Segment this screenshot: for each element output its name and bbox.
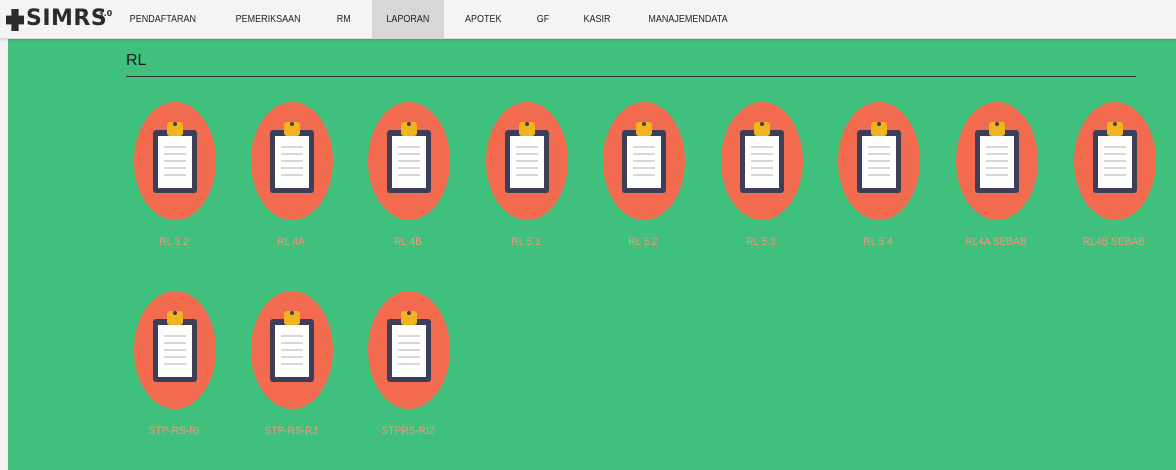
clipboard-icon [368, 102, 450, 220]
clipboard-icon [251, 291, 333, 409]
main-content: RL RL 3.2 RL 4A RL 4B RL 5.1 RL 5.2 RL 5.3 RL … [8, 39, 1176, 470]
report-label: STP-RS-RI [148, 425, 200, 437]
report-label: RL 4A [277, 236, 305, 248]
report-label: RL 4B [394, 236, 422, 248]
nav-item-manajemendata[interactable]: MANAJEMENDATA [634, 0, 742, 38]
report-item[interactable]: RL4B SEBAB [1058, 102, 1168, 264]
clipboard-icon [956, 102, 1038, 220]
top-navbar: SIMRS 3.0 PENDAFTARAN PEMERIKSAAN RM LAP… [0, 0, 1176, 39]
nav-item-kasir[interactable]: KASIR [569, 0, 625, 38]
report-item[interactable]: STP-RS-RI [118, 291, 228, 453]
app-logo[interactable]: SIMRS 3.0 [6, 4, 116, 34]
report-item[interactable]: STP-RS-RJ [235, 291, 345, 453]
report-label: RL4B SEBAB [1083, 236, 1145, 248]
report-label: RL 5.4 [863, 236, 893, 248]
clipboard-icon [603, 102, 685, 220]
nav-item-pemeriksaan[interactable]: PEMERIKSAAN [221, 0, 315, 38]
section-divider [126, 76, 1136, 77]
clipboard-icon [486, 102, 568, 220]
report-item[interactable]: RL 3.2 [118, 102, 228, 264]
report-label: STP-RS-RJ [264, 425, 318, 437]
clipboard-icon [368, 291, 450, 409]
report-item[interactable]: RL4A SEBAB [940, 102, 1050, 264]
logo-text: SIMRS [26, 6, 108, 31]
nav-item-apotek[interactable]: APOTEK [451, 0, 516, 38]
nav-item-rm[interactable]: RM [322, 0, 365, 38]
clipboard-icon [251, 102, 333, 220]
report-item[interactable]: RL 5.4 [822, 102, 932, 264]
report-label: RL 3.2 [159, 236, 189, 248]
nav-item-pendaftaran[interactable]: PENDAFTARAN [115, 0, 210, 38]
report-label: RL 5.2 [628, 236, 658, 248]
report-item[interactable]: RL 5.1 [470, 102, 580, 264]
clipboard-icon [134, 291, 216, 409]
report-item[interactable]: RL 4A [235, 102, 345, 264]
nav-item-laporan[interactable]: LAPORAN [371, 0, 444, 38]
report-label: RL4A SEBAB [965, 236, 1027, 248]
clipboard-icon [134, 102, 216, 220]
report-label: STPRS-RI2 [381, 425, 435, 437]
report-item[interactable]: RL 5.2 [587, 102, 697, 264]
report-label: RL 5.1 [511, 236, 541, 248]
clipboard-icon [838, 102, 920, 220]
report-item[interactable]: RL 5.3 [705, 102, 815, 264]
section-title: RL [126, 52, 147, 69]
report-item[interactable]: RL 4B [352, 102, 462, 264]
main-menu: PENDAFTARAN PEMERIKSAAN RM LAPORAN APOTE… [110, 0, 748, 38]
clipboard-icon [1074, 102, 1156, 220]
nav-item-gf[interactable]: GF [522, 0, 563, 38]
medical-cross-icon [6, 9, 24, 31]
report-item[interactable]: STPRS-RI2 [352, 291, 462, 453]
report-label: RL 5.3 [746, 236, 776, 248]
clipboard-icon [721, 102, 803, 220]
